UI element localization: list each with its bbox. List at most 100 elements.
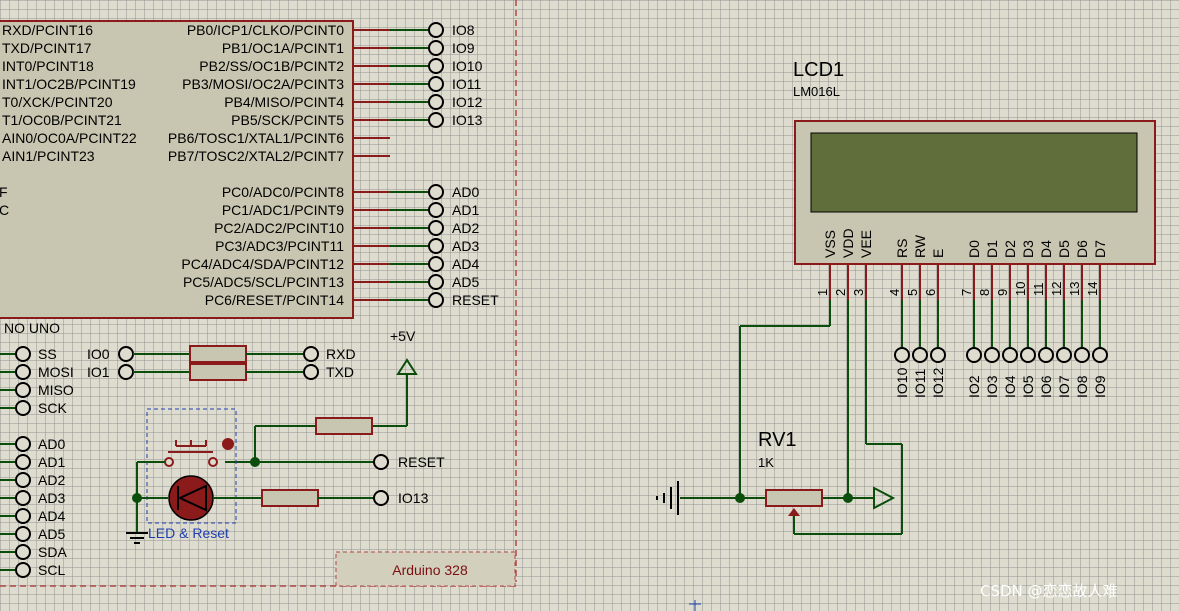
terminal-label: AD3 bbox=[38, 490, 65, 506]
analog-left: AD0 AD1 AD2 AD3 AD4 AD5 SDA SCL bbox=[0, 436, 67, 578]
terminal[interactable] bbox=[373, 454, 389, 470]
terminal[interactable] bbox=[1056, 347, 1072, 363]
terminal-label: IO0 bbox=[87, 346, 110, 362]
sheet-title: Arduino 328 bbox=[392, 562, 468, 578]
mcu-right-wires bbox=[353, 29, 428, 301]
terminal[interactable] bbox=[373, 490, 389, 506]
button-contact bbox=[208, 457, 218, 467]
pin-label: PB6/TOSC1/XTAL1/PCINT6 bbox=[168, 130, 344, 146]
terminal[interactable] bbox=[15, 346, 31, 362]
terminal[interactable] bbox=[912, 347, 928, 363]
lcd-pin-number: 12 bbox=[1049, 282, 1064, 296]
lcd-ref: LCD1 bbox=[793, 59, 844, 81]
terminal[interactable] bbox=[15, 472, 31, 488]
terminal[interactable] bbox=[1020, 347, 1036, 363]
terminal[interactable] bbox=[15, 490, 31, 506]
terminal-label: IO3 bbox=[984, 375, 1000, 398]
pin-label: T0/XCK/PCINT20 bbox=[2, 94, 113, 110]
terminal[interactable] bbox=[428, 292, 444, 308]
terminal[interactable] bbox=[428, 256, 444, 272]
terminal[interactable] bbox=[15, 400, 31, 416]
pin-label: RXD/PCINT16 bbox=[2, 22, 93, 38]
terminal-label: IO13 bbox=[398, 490, 429, 506]
terminal[interactable] bbox=[1092, 347, 1108, 363]
pin-label: AIN0/OC0A/PCINT22 bbox=[2, 130, 137, 146]
pin-label: TXD/PCINT17 bbox=[2, 40, 92, 56]
lcd-pin-name: D2 bbox=[1002, 240, 1018, 258]
lcd-pin-number: 14 bbox=[1085, 282, 1100, 296]
lcd-pin-number: 1 bbox=[815, 289, 830, 296]
potentiometer[interactable] bbox=[765, 489, 823, 507]
terminal-label: IO12 bbox=[930, 367, 946, 398]
terminal[interactable] bbox=[428, 220, 444, 236]
lcd-pin-name: D4 bbox=[1038, 240, 1054, 258]
terminal-label: IO10 bbox=[894, 367, 910, 398]
pin-label: C bbox=[0, 202, 9, 218]
portb-terminals: IO8 IO9 IO10 IO11 IO12 IO13 bbox=[428, 22, 483, 128]
terminal[interactable] bbox=[428, 112, 444, 128]
terminal[interactable] bbox=[984, 347, 1000, 363]
resistor[interactable] bbox=[189, 345, 247, 363]
terminal[interactable] bbox=[15, 436, 31, 452]
terminal[interactable] bbox=[15, 526, 31, 542]
terminal-label: IO9 bbox=[452, 40, 475, 56]
header-left: SS MOSI MISO SCK bbox=[0, 346, 74, 416]
pin-label: PB4/MISO/PCINT4 bbox=[224, 94, 344, 110]
lcd-model: LM016L bbox=[793, 84, 840, 99]
terminal[interactable] bbox=[15, 382, 31, 398]
lcd-pin-name: VEE bbox=[858, 230, 874, 258]
pullup-resistor[interactable] bbox=[315, 417, 373, 435]
terminal[interactable] bbox=[428, 22, 444, 38]
led-resistor[interactable] bbox=[261, 489, 319, 507]
terminal[interactable] bbox=[428, 76, 444, 92]
terminal-label: IO1 bbox=[87, 364, 110, 380]
lcd-pin-name: D6 bbox=[1074, 240, 1090, 258]
lcd-pin-number: 7 bbox=[959, 289, 974, 296]
lcd-screen bbox=[810, 132, 1138, 213]
terminal[interactable] bbox=[15, 544, 31, 560]
terminal[interactable] bbox=[1074, 347, 1090, 363]
terminal[interactable] bbox=[15, 454, 31, 470]
terminal[interactable] bbox=[15, 364, 31, 380]
lcd-pin-name: D3 bbox=[1020, 240, 1036, 258]
terminal-label: AD3 bbox=[452, 238, 479, 254]
terminal-label: IO6 bbox=[1038, 375, 1054, 398]
pin-label: PC6/RESET/PCINT14 bbox=[205, 292, 344, 308]
terminal[interactable] bbox=[894, 347, 910, 363]
terminal-label: IO4 bbox=[1002, 375, 1018, 398]
resistor[interactable] bbox=[189, 363, 247, 381]
terminal[interactable] bbox=[966, 347, 982, 363]
terminal[interactable] bbox=[1038, 347, 1054, 363]
terminal[interactable] bbox=[15, 508, 31, 524]
pin-label: PB0/ICP1/CLKO/PCINT0 bbox=[187, 22, 344, 38]
terminal[interactable] bbox=[118, 364, 134, 380]
junction bbox=[735, 493, 745, 503]
terminal[interactable] bbox=[428, 274, 444, 290]
pin-label: INT0/PCINT18 bbox=[2, 58, 94, 74]
terminal[interactable] bbox=[428, 202, 444, 218]
pin-label: PB3/MOSI/OC2A/PCINT3 bbox=[182, 76, 344, 92]
terminal[interactable] bbox=[428, 94, 444, 110]
terminal-label: AD5 bbox=[452, 274, 479, 290]
terminal-label: AD0 bbox=[38, 436, 65, 452]
terminal[interactable] bbox=[1002, 347, 1018, 363]
terminal[interactable] bbox=[428, 184, 444, 200]
terminal[interactable] bbox=[428, 238, 444, 254]
terminal-label: IO2 bbox=[966, 375, 982, 398]
lcd-pin-name: D0 bbox=[966, 240, 982, 258]
lcd-pin-name: D7 bbox=[1092, 240, 1108, 258]
terminal[interactable] bbox=[930, 347, 946, 363]
board-name: NO UNO bbox=[4, 320, 60, 336]
terminal-label: AD2 bbox=[38, 472, 65, 488]
pin-label: PB5/SCK/PCINT5 bbox=[231, 112, 344, 128]
terminal-label: IO11 bbox=[452, 76, 482, 92]
terminal[interactable] bbox=[428, 58, 444, 74]
terminal[interactable] bbox=[15, 562, 31, 578]
terminal[interactable] bbox=[303, 346, 319, 362]
terminal-label: IO7 bbox=[1056, 375, 1072, 398]
button-actuator-icon[interactable] bbox=[222, 438, 234, 450]
terminal[interactable] bbox=[303, 364, 319, 380]
terminal[interactable] bbox=[118, 346, 134, 362]
terminal[interactable] bbox=[428, 40, 444, 56]
reset-circuit: +5V RESET IO13 LED & Reset bbox=[126, 328, 445, 544]
